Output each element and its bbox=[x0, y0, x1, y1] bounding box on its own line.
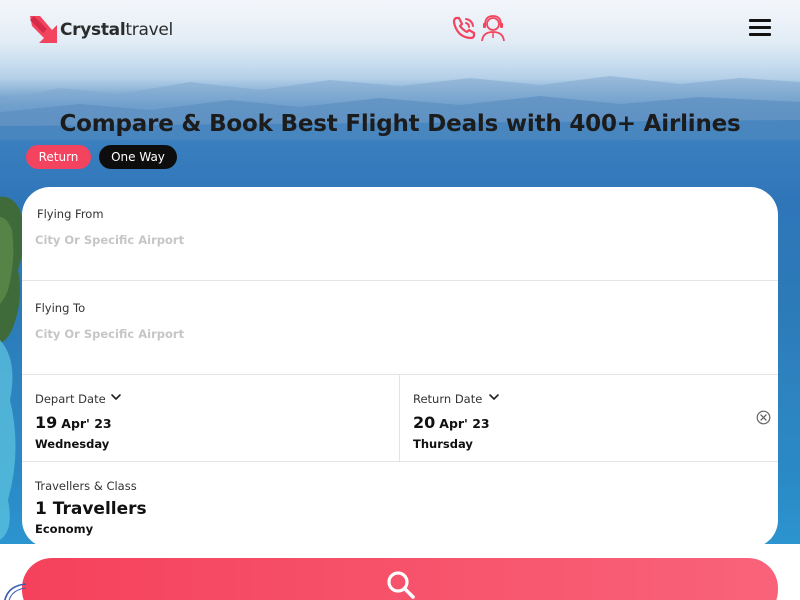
brand-logo[interactable]: Crystaltravel bbox=[30, 16, 173, 43]
depart-date-picker[interactable]: Depart Date 19 Apr' 23 Wednesday bbox=[22, 375, 400, 462]
return-date-picker[interactable]: Return Date 20 Apr' 23 Thursday bbox=[400, 375, 778, 462]
chevron-down-icon bbox=[489, 394, 499, 400]
hamburger-menu-icon[interactable] bbox=[749, 19, 771, 37]
return-month: Apr' 23 bbox=[439, 416, 490, 431]
search-flights-button[interactable] bbox=[22, 558, 778, 600]
flying-to-field[interactable]: Flying To bbox=[22, 281, 778, 375]
return-day: 20 bbox=[413, 413, 436, 432]
page-headline: Compare & Book Best Flight Deals with 40… bbox=[59, 111, 741, 137]
logo-icon bbox=[30, 16, 57, 43]
phone-icon[interactable] bbox=[451, 15, 477, 41]
travellers-label: Travellers & Class bbox=[35, 479, 137, 493]
flying-from-field[interactable]: Flying From bbox=[22, 187, 778, 281]
brand-name: Crystaltravel bbox=[60, 20, 173, 40]
menu-line bbox=[749, 19, 771, 22]
travellers-class-selector[interactable]: Travellers & Class 1 Travellers Economy bbox=[22, 462, 778, 548]
flying-to-input[interactable] bbox=[35, 325, 335, 343]
support-agent-icon[interactable] bbox=[480, 14, 506, 42]
return-weekday: Thursday bbox=[413, 437, 473, 451]
clear-return-date-icon[interactable] bbox=[756, 410, 771, 425]
menu-line bbox=[749, 33, 771, 36]
travellers-count: 1 Travellers bbox=[35, 499, 147, 519]
menu-line bbox=[749, 26, 771, 29]
partial-badge-icon bbox=[4, 583, 27, 600]
trip-type-oneway-button[interactable]: One Way bbox=[99, 145, 177, 169]
depart-date-value: 19 Apr' 23 bbox=[35, 413, 112, 432]
brand-name-light: travel bbox=[125, 19, 173, 40]
depart-weekday: Wednesday bbox=[35, 437, 110, 451]
return-date-value: 20 Apr' 23 bbox=[413, 413, 490, 432]
return-date-label: Return Date bbox=[413, 392, 483, 406]
depart-date-label: Depart Date bbox=[35, 392, 106, 406]
flying-from-label: Flying From bbox=[37, 207, 104, 221]
search-icon bbox=[387, 571, 415, 599]
trip-type-return-button[interactable]: Return bbox=[26, 145, 91, 169]
depart-day: 19 bbox=[35, 413, 58, 432]
flight-search-card: Flying From Flying To Depart Date 19Apr'… bbox=[22, 187, 778, 548]
date-row: Depart Date 19 Apr' 23 Wednesday Return D… bbox=[22, 375, 778, 462]
flying-from-input[interactable] bbox=[35, 231, 335, 249]
brand-name-bold: Crystal bbox=[60, 19, 126, 40]
chevron-down-icon bbox=[111, 394, 121, 400]
depart-month: Apr' 23 bbox=[61, 416, 112, 431]
travel-class: Economy bbox=[35, 522, 94, 536]
flying-to-label: Flying To bbox=[35, 301, 86, 315]
